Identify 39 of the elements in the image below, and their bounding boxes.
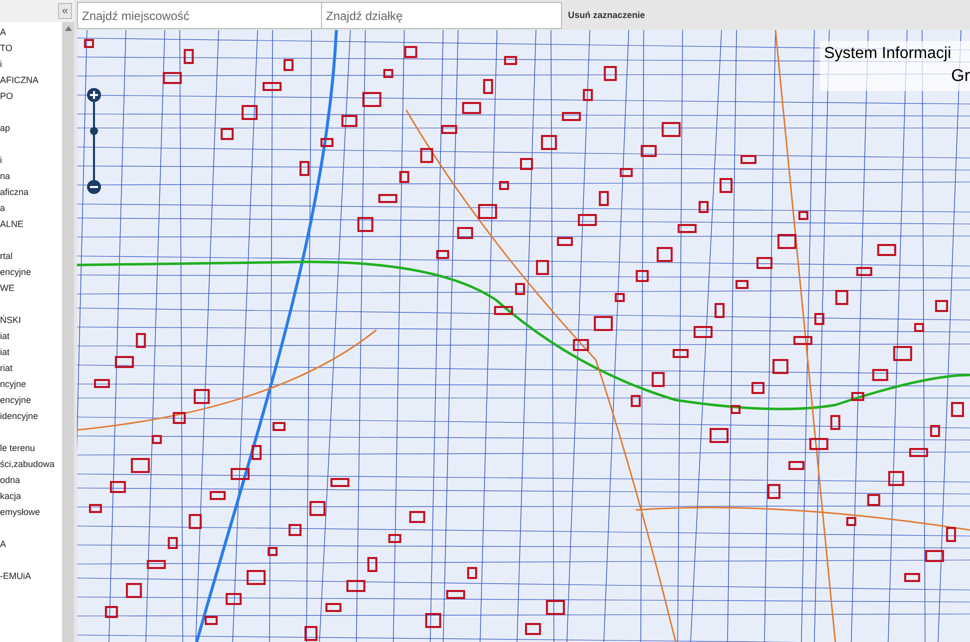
clear-selection-button[interactable]: Usuń zaznaczenie [568, 8, 646, 22]
layer-label[interactable]: a [0, 200, 62, 216]
layer-label[interactable]: emysłowe [0, 504, 62, 520]
layer-label[interactable]: i [0, 152, 62, 168]
layer-label[interactable]: WE [0, 280, 62, 296]
layer-label[interactable]: rtal [0, 248, 62, 264]
layer-label[interactable]: A [0, 24, 62, 40]
layer-label[interactable]: ALNE [0, 216, 62, 232]
layer-label[interactable]: TO [0, 40, 62, 56]
layer-label[interactable]: aficzna [0, 184, 62, 200]
zoom-slider[interactable] [89, 102, 99, 180]
layer-label[interactable]: ncyjne [0, 376, 62, 392]
title-text: Gr [951, 65, 970, 87]
layer-label[interactable]: encyjne [0, 392, 62, 408]
layer-label[interactable]: ŃSKI [0, 312, 62, 328]
layer-label[interactable]: -EMUiA [0, 568, 62, 584]
layer-label[interactable]: riat [0, 360, 62, 376]
layer-label[interactable]: na [0, 168, 62, 184]
title-text: System Informacji [823, 44, 952, 64]
layer-label[interactable]: iat [0, 328, 62, 344]
layer-label[interactable]: PO [0, 88, 62, 104]
plus-icon [90, 91, 98, 99]
layer-label[interactable]: ap [0, 120, 62, 136]
minus-icon [90, 183, 98, 191]
layer-label[interactable]: i [0, 56, 62, 72]
layer-label[interactable]: A [0, 536, 62, 552]
layer-label[interactable]: encyjne [0, 264, 62, 280]
layer-label[interactable]: iat [0, 344, 62, 360]
scrollbar[interactable] [62, 22, 74, 642]
layer-label[interactable]: kacja [0, 488, 62, 504]
layer-label[interactable]: ści,zabudowa [0, 456, 62, 472]
layer-label[interactable]: le terenu [0, 440, 62, 456]
layer-label[interactable]: idencyjne [0, 408, 62, 424]
collapse-button[interactable]: « [58, 3, 72, 19]
parcel-search-field[interactable]: Znajdź działkę [322, 2, 562, 29]
layer-label[interactable]: AFICZNA [0, 72, 62, 88]
place-search-field[interactable]: Znajdź miejscowość [77, 2, 322, 29]
layer-label[interactable]: odna [0, 472, 62, 488]
scroll-up-icon[interactable] [64, 26, 72, 31]
